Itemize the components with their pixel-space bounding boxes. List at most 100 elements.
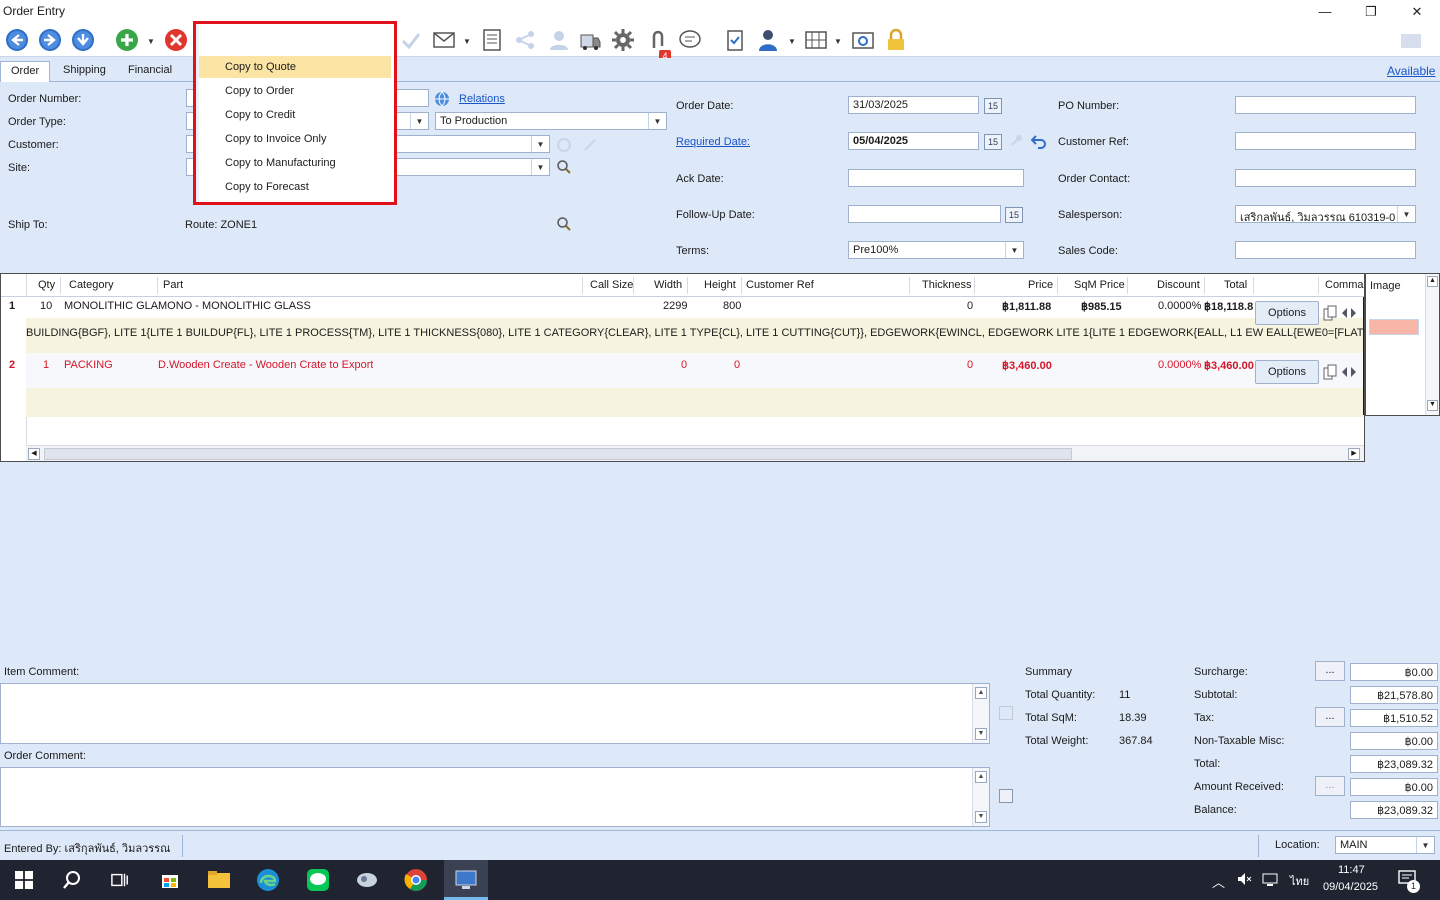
- col-sqm-price[interactable]: SqM Price: [1074, 274, 1125, 296]
- language-indicator[interactable]: ไทย: [1290, 872, 1309, 890]
- download-icon[interactable]: [70, 27, 96, 53]
- col-customer-ref[interactable]: Customer Ref: [746, 274, 814, 296]
- item-comment-textarea[interactable]: ▲ ▼: [0, 683, 990, 744]
- move-line-icon[interactable]: [1341, 305, 1357, 321]
- email-icon[interactable]: [431, 27, 457, 53]
- row-discount[interactable]: 0.0000%: [1158, 359, 1201, 371]
- chevron-down-icon[interactable]: ▼: [531, 159, 549, 175]
- forward-icon[interactable]: [37, 27, 63, 53]
- volume-icon[interactable]: [1236, 871, 1252, 887]
- line-icon[interactable]: [302, 865, 334, 895]
- scroll-down-icon[interactable]: ▼: [975, 728, 987, 740]
- order-comment-textarea[interactable]: ▲ ▼: [0, 767, 990, 827]
- row-width[interactable]: 2299: [663, 300, 687, 312]
- tax-edit-button[interactable]: ...: [1315, 707, 1345, 727]
- order-comment-edit-icon[interactable]: [999, 789, 1013, 803]
- task-view-icon[interactable]: [104, 865, 136, 895]
- menu-item-copy-to-invoice-only[interactable]: Copy to Invoice Only: [199, 128, 391, 150]
- grid-dropdown-icon[interactable]: ▼: [834, 37, 842, 46]
- chevron-down-icon[interactable]: ▼: [1397, 206, 1415, 222]
- network-icon[interactable]: [1262, 871, 1278, 887]
- row-width[interactable]: 0: [681, 359, 687, 371]
- col-height[interactable]: Height: [704, 274, 736, 296]
- delete-icon[interactable]: [163, 27, 189, 53]
- checklist-icon[interactable]: [722, 27, 748, 53]
- restore-button[interactable]: ❐: [1348, 0, 1394, 23]
- nontaxable-field[interactable]: ฿0.00: [1350, 732, 1438, 750]
- image-scrollbar[interactable]: ▲ ▼: [1425, 274, 1439, 415]
- menu-item-copy-to-credit[interactable]: Copy to Credit: [199, 104, 391, 126]
- scroll-up-icon[interactable]: ▲: [975, 771, 987, 783]
- move-line-icon[interactable]: [1341, 364, 1357, 380]
- ship-to-search-icon[interactable]: [556, 216, 572, 232]
- order-date-field[interactable]: 31/03/2025: [848, 96, 979, 114]
- salesperson-select[interactable]: เสริกุลพันธ์, วิมลวรรณ 610319-0 ▼: [1235, 205, 1416, 223]
- status-select[interactable]: To Production ▼: [435, 112, 667, 130]
- row-part[interactable]: D.Wooden Create - Wooden Crate to Export: [158, 359, 373, 371]
- row-category[interactable]: MONOLITHIC GLAS: [64, 300, 158, 312]
- add-icon[interactable]: [114, 27, 140, 53]
- col-qty[interactable]: Qty: [38, 274, 55, 296]
- item-comment-edit-icon[interactable]: [999, 706, 1013, 720]
- contact-dropdown-icon[interactable]: ▼: [788, 37, 796, 46]
- col-category[interactable]: Category: [69, 274, 114, 296]
- tab-financial[interactable]: Financial: [118, 61, 182, 82]
- menu-item-copy-to-forecast[interactable]: Copy to Forecast: [199, 176, 391, 198]
- row-part[interactable]: MONO - MONOLITHIC GLASS: [158, 300, 311, 312]
- location-select[interactable]: MAIN ▼: [1335, 836, 1435, 854]
- surcharge-edit-button[interactable]: ...: [1315, 661, 1345, 681]
- search-icon[interactable]: [56, 865, 88, 895]
- tab-order[interactable]: Order: [0, 61, 51, 82]
- close-window-button[interactable]: ✕: [1394, 0, 1440, 23]
- scroll-up-icon[interactable]: ▲: [1427, 276, 1438, 287]
- lock-icon[interactable]: [883, 27, 909, 53]
- horizontal-scrollbar[interactable]: ◀ ▶: [26, 445, 1364, 461]
- row-qty[interactable]: 1: [43, 359, 49, 371]
- comment-icon[interactable]: [677, 27, 703, 53]
- col-comments[interactable]: Comman: [1325, 274, 1364, 296]
- col-discount[interactable]: Discount: [1157, 274, 1200, 296]
- windows-start-icon[interactable]: [8, 865, 40, 895]
- menu-item-copy-to-quote[interactable]: Copy to Quote: [199, 56, 391, 78]
- po-number-field[interactable]: [1235, 96, 1416, 114]
- back-icon[interactable]: [4, 27, 30, 53]
- menu-item-copy-to-manufacturing[interactable]: Copy to Manufacturing: [199, 152, 391, 174]
- customer-ref-field[interactable]: [1235, 132, 1416, 150]
- options-button[interactable]: Options: [1255, 360, 1319, 384]
- scroll-thumb[interactable]: [44, 448, 1072, 460]
- store-icon[interactable]: [154, 865, 186, 895]
- remote-desktop-icon[interactable]: [450, 865, 482, 895]
- col-thickness[interactable]: Thickness: [922, 274, 972, 296]
- chevron-down-icon[interactable]: ▼: [410, 113, 428, 129]
- row-price[interactable]: ฿1,811.88: [1002, 300, 1051, 313]
- col-price[interactable]: Price: [1028, 274, 1053, 296]
- row-category[interactable]: PACKING: [64, 359, 113, 371]
- row-sqm-price[interactable]: ฿985.15: [1081, 300, 1122, 313]
- vertical-scrollbar[interactable]: ▲ ▼: [972, 768, 989, 826]
- dispatch-icon[interactable]: [577, 27, 603, 53]
- required-date-field[interactable]: 05/04/2025: [848, 132, 979, 150]
- grid-icon[interactable]: [803, 27, 829, 53]
- scroll-down-icon[interactable]: ▼: [975, 811, 987, 823]
- relations-link[interactable]: Relations: [459, 93, 505, 105]
- options-button[interactable]: Options: [1255, 301, 1319, 325]
- row-height[interactable]: 800: [723, 300, 741, 312]
- row-qty[interactable]: 10: [40, 300, 52, 312]
- glass-thumbnail[interactable]: [1369, 319, 1419, 335]
- screenshot-icon[interactable]: [850, 27, 876, 53]
- chevron-down-icon[interactable]: ▼: [531, 136, 549, 152]
- edge-icon[interactable]: [252, 865, 284, 895]
- row-price[interactable]: ฿3,460.00: [1002, 359, 1052, 372]
- available-link[interactable]: Available: [1387, 64, 1435, 78]
- undo-icon[interactable]: [1030, 133, 1047, 149]
- chevron-down-icon[interactable]: ▼: [1416, 837, 1434, 853]
- document-icon[interactable]: [479, 27, 505, 53]
- scroll-right-icon[interactable]: ▶: [1348, 448, 1360, 460]
- add-dropdown-icon[interactable]: ▼: [147, 37, 155, 46]
- chevron-down-icon[interactable]: ▼: [648, 113, 666, 129]
- settings-icon[interactable]: [610, 27, 636, 53]
- minimize-button[interactable]: —: [1302, 0, 1348, 23]
- copy-line-icon[interactable]: [1322, 305, 1338, 321]
- email-dropdown-icon[interactable]: ▼: [463, 37, 471, 46]
- order-contact-field[interactable]: [1235, 169, 1416, 187]
